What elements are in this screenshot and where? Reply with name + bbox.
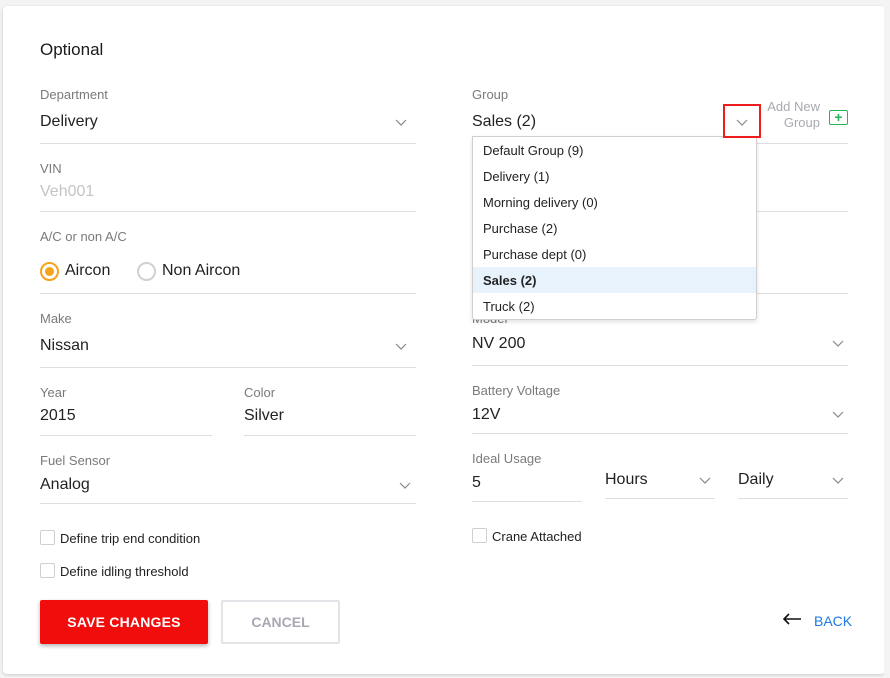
group-option[interactable]: Delivery (1): [473, 163, 756, 189]
usage-period-select[interactable]: Daily: [738, 471, 774, 489]
radio-aircon-label[interactable]: Aircon: [65, 262, 110, 280]
group-option[interactable]: Default Group (9): [473, 137, 756, 163]
department-select[interactable]: Delivery: [40, 113, 98, 131]
usage-unit-underline: [605, 498, 715, 499]
group-option[interactable]: Truck (2): [473, 293, 756, 319]
chevron-down-icon[interactable]: [832, 477, 844, 485]
year-label: Year: [40, 385, 67, 400]
ac-underline: [40, 293, 416, 294]
crane-attached-label[interactable]: Crane Attached: [492, 529, 582, 544]
chevron-down-icon[interactable]: [832, 340, 844, 348]
chevron-down-icon[interactable]: [699, 477, 711, 485]
section-title: Optional: [40, 40, 104, 59]
vin-label: VIN: [40, 161, 62, 176]
trip-end-checkbox[interactable]: [40, 530, 55, 545]
battery-voltage-select[interactable]: 12V: [472, 406, 500, 424]
usage-unit-select[interactable]: Hours: [605, 471, 648, 489]
add-new-line1: Add New: [767, 99, 820, 114]
group-dropdown-menu: Default Group (9) Delivery (1) Morning d…: [472, 136, 757, 320]
fuel-sensor-label: Fuel Sensor: [40, 453, 111, 468]
group-option[interactable]: Purchase (2): [473, 215, 756, 241]
cancel-button[interactable]: CANCEL: [221, 600, 340, 644]
trip-end-label[interactable]: Define trip end condition: [60, 531, 200, 546]
department-underline: [40, 143, 416, 144]
chevron-down-icon[interactable]: [399, 482, 411, 490]
page-edge: [884, 0, 890, 678]
plus-icon[interactable]: +: [829, 110, 848, 125]
battery-voltage-label: Battery Voltage: [472, 383, 561, 398]
color-label: Color: [244, 385, 276, 400]
year-underline: [40, 435, 212, 436]
usage-period-underline: [738, 498, 848, 499]
department-label: Department: [40, 87, 108, 102]
ideal-usage-underline: [472, 501, 582, 502]
fuel-sensor-select[interactable]: Analog: [40, 476, 90, 494]
chevron-down-icon[interactable]: [832, 411, 844, 419]
idling-threshold-label[interactable]: Define idling threshold: [60, 564, 189, 579]
make-underline: [40, 367, 416, 368]
year-input[interactable]: 2015: [40, 407, 76, 425]
battery-voltage-underline: [472, 433, 848, 434]
color-underline: [244, 435, 416, 436]
ideal-usage-input[interactable]: 5: [472, 474, 481, 492]
group-select[interactable]: Sales (2): [472, 113, 536, 131]
fuel-sensor-underline: [40, 503, 416, 504]
ideal-usage-label: Ideal Usage: [472, 451, 542, 466]
vin-underline: [40, 211, 416, 212]
arrow-left-icon: [782, 612, 802, 630]
back-link[interactable]: BACK: [782, 612, 852, 630]
crane-attached-checkbox[interactable]: [472, 528, 487, 543]
radio-aircon[interactable]: [40, 262, 59, 281]
model-underline: [472, 365, 848, 366]
group-option[interactable]: Purchase dept (0): [473, 241, 756, 267]
make-label: Make: [40, 311, 72, 326]
chevron-down-icon[interactable]: [395, 343, 407, 351]
radio-non-aircon-label[interactable]: Non Aircon: [162, 262, 240, 280]
vin-input[interactable]: Veh001: [40, 183, 94, 201]
chevron-down-icon[interactable]: [736, 119, 748, 127]
ac-label: A/C or non A/C: [40, 229, 127, 244]
group-option[interactable]: Morning delivery (0): [473, 189, 756, 215]
group-option-selected[interactable]: Sales (2): [473, 267, 756, 293]
group-label: Group: [472, 87, 509, 102]
chevron-down-icon[interactable]: [395, 119, 407, 127]
radio-non-aircon[interactable]: [137, 262, 156, 281]
add-new-line2: Group: [783, 115, 820, 130]
model-select[interactable]: NV 200: [472, 335, 525, 353]
idling-threshold-checkbox[interactable]: [40, 563, 55, 578]
color-input[interactable]: Silver: [244, 407, 284, 425]
save-changes-button[interactable]: SAVE CHANGES: [40, 600, 208, 644]
make-select[interactable]: Nissan: [40, 337, 89, 355]
back-label[interactable]: BACK: [814, 613, 852, 629]
add-new-group-link[interactable]: Add New Group: [752, 99, 820, 131]
